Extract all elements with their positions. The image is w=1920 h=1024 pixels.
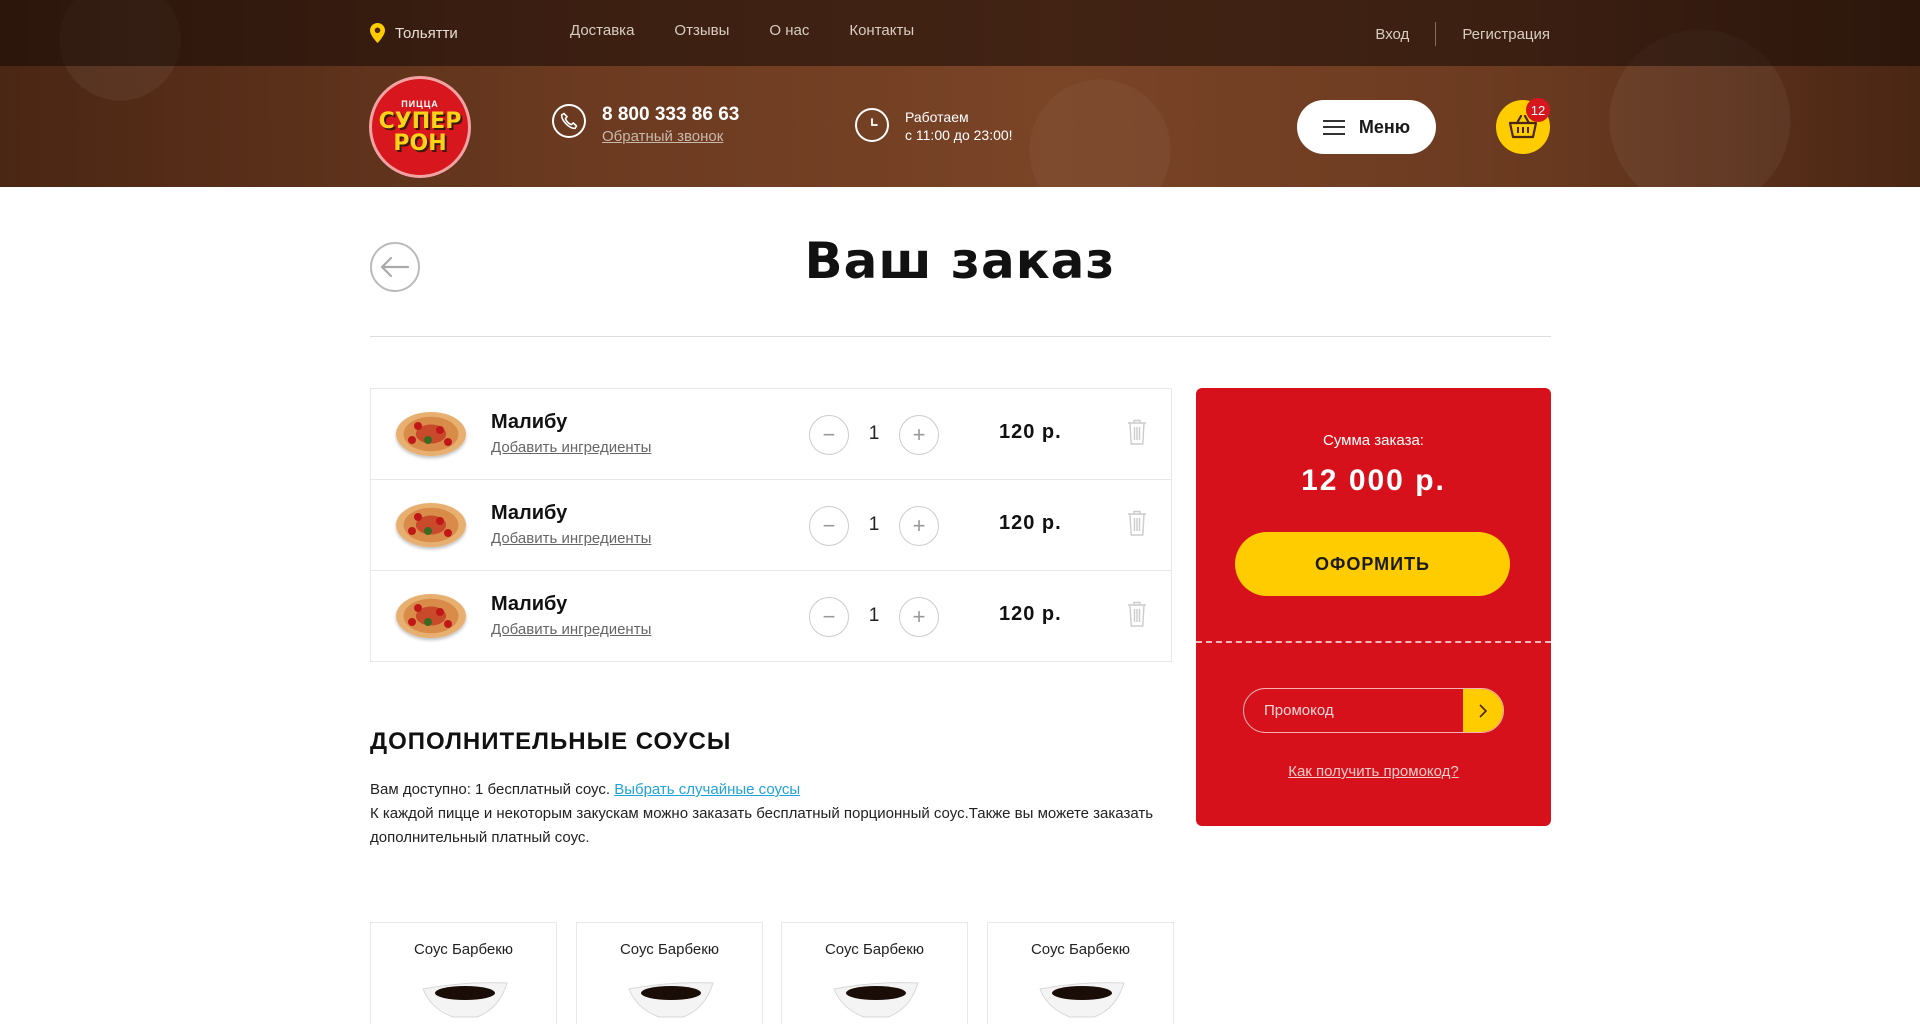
- sauce-name: Соус Барбекю: [824, 941, 925, 958]
- increase-quantity-button[interactable]: +: [899, 506, 939, 546]
- city-selector[interactable]: Тольятти: [370, 22, 458, 44]
- cart-item: Малибу Добавить ингредиенты − 1 + 120 р.: [371, 389, 1171, 480]
- increase-quantity-button[interactable]: +: [899, 415, 939, 455]
- quantity-value: 1: [868, 514, 880, 535]
- hours-line-2: с 11:00 до 23:00!: [905, 127, 1013, 143]
- sauce-name: Соус Барбекю: [413, 941, 514, 958]
- sauce-card[interactable]: Соус Барбекю: [987, 922, 1174, 1024]
- city-name: Тольятти: [395, 24, 458, 42]
- choose-random-sauces-link[interactable]: Выбрать случайные соусы: [614, 781, 800, 798]
- item-name: Малибу: [491, 502, 568, 524]
- item-price: 120 р.: [999, 421, 1062, 443]
- sauce-card[interactable]: Соус Барбекю: [781, 922, 968, 1024]
- item-price: 120 р.: [999, 603, 1062, 625]
- cart-count-badge: 12: [1526, 98, 1550, 122]
- phone-icon: [552, 104, 586, 138]
- item-name: Малибу: [491, 593, 568, 615]
- promo-code-input[interactable]: [1244, 689, 1464, 732]
- item-name: Малибу: [491, 411, 568, 433]
- main-nav: Доставка Отзывы О нас Контакты: [570, 22, 914, 39]
- cart-item: Малибу Добавить ингредиенты − 1 + 120 р.: [371, 480, 1171, 571]
- sauce-boat-image: [1039, 982, 1125, 1018]
- nav-delivery[interactable]: Доставка: [570, 22, 634, 39]
- page-title: Ваш заказ: [804, 232, 1116, 290]
- clock-icon: [855, 108, 889, 142]
- decrease-quantity-button[interactable]: −: [809, 506, 849, 546]
- sauces-available-text: Вам доступно: 1 бесплатный соус.: [370, 781, 611, 798]
- order-summary-panel: Сумма заказа: 12 000 р. ОФОРМИТЬ Как пол…: [1196, 388, 1551, 826]
- callback-link[interactable]: Обратный звонок: [602, 128, 739, 145]
- chevron-right-icon: [1479, 703, 1488, 718]
- decrease-quantity-button[interactable]: −: [809, 597, 849, 637]
- menu-button-label: Меню: [1358, 116, 1411, 137]
- sauce-name: Соус Барбекю: [1030, 941, 1131, 958]
- promo-apply-button[interactable]: [1463, 689, 1503, 732]
- sauce-boat-image: [833, 982, 919, 1018]
- trash-icon[interactable]: [1127, 510, 1147, 536]
- logo-line-2: РОН: [393, 131, 447, 156]
- add-ingredients-link[interactable]: Добавить ингредиенты: [491, 530, 651, 547]
- order-sum-label: Сумма заказа:: [1323, 432, 1424, 449]
- trash-icon[interactable]: [1127, 419, 1147, 445]
- register-link[interactable]: Регистрация: [1462, 26, 1550, 43]
- cart-item: Малибу Добавить ингредиенты − 1 + 120 р.: [371, 571, 1171, 661]
- phone-block: 8 800 333 86 63 Обратный звонок: [552, 104, 739, 145]
- increase-quantity-button[interactable]: +: [899, 597, 939, 637]
- checkout-button[interactable]: ОФОРМИТЬ: [1235, 532, 1510, 596]
- site-header: Тольятти Доставка Отзывы О нас Контакты …: [0, 0, 1920, 187]
- promo-code-field: [1243, 688, 1504, 733]
- logo-line-1: СУПЕР: [378, 109, 462, 134]
- phone-number[interactable]: 8 800 333 86 63: [602, 104, 739, 126]
- working-hours: Работаем с 11:00 до 23:00!: [855, 108, 1013, 144]
- nav-reviews[interactable]: Отзывы: [674, 22, 729, 39]
- add-ingredients-link[interactable]: Добавить ингредиенты: [491, 439, 651, 456]
- hours-line-1: Работаем: [905, 109, 969, 125]
- title-divider: [370, 336, 1551, 337]
- quantity-value: 1: [868, 605, 880, 626]
- logo-caption: ПИЦЦА: [401, 99, 439, 109]
- nav-contacts[interactable]: Контакты: [849, 22, 914, 39]
- site-logo[interactable]: ПИЦЦА СУПЕР РОН: [369, 76, 471, 178]
- dashed-divider: [1196, 641, 1551, 643]
- sauces-info-text: К каждой пицце и некоторым закускам можн…: [370, 805, 1154, 846]
- sauce-boat-image: [628, 982, 714, 1018]
- sauce-card[interactable]: Соус Барбекю: [370, 922, 557, 1024]
- pizza-image: [396, 412, 466, 456]
- item-price: 120 р.: [999, 512, 1062, 534]
- sauce-boat-image: [422, 982, 508, 1018]
- sauces-heading: ДОПОЛНИТЕЛЬНЫЕ СОУСЫ: [370, 728, 732, 755]
- pizza-image: [396, 503, 466, 547]
- menu-button[interactable]: Меню: [1297, 100, 1436, 154]
- order-total: 12 000 р.: [1301, 464, 1446, 497]
- promo-help-link[interactable]: Как получить промокод?: [1196, 763, 1551, 780]
- quantity-value: 1: [868, 423, 880, 444]
- sauce-card[interactable]: Соус Барбекю: [576, 922, 763, 1024]
- decrease-quantity-button[interactable]: −: [809, 415, 849, 455]
- page: Тольятти Доставка Отзывы О нас Контакты …: [0, 0, 1920, 1024]
- auth-links: Вход Регистрация: [1375, 22, 1550, 46]
- login-link[interactable]: Вход: [1375, 26, 1409, 43]
- sauces-description: Вам доступно: 1 бесплатный соус. Выбрать…: [370, 778, 1170, 850]
- pizza-image: [396, 594, 466, 638]
- cart-button[interactable]: 12: [1496, 98, 1550, 154]
- nav-about[interactable]: О нас: [769, 22, 809, 39]
- sauce-name: Соус Барбекю: [619, 941, 720, 958]
- trash-icon[interactable]: [1127, 601, 1147, 627]
- hamburger-icon: [1322, 119, 1345, 135]
- add-ingredients-link[interactable]: Добавить ингредиенты: [491, 621, 651, 638]
- auth-divider: [1435, 22, 1437, 46]
- top-bar: Тольятти Доставка Отзывы О нас Контакты …: [0, 0, 1920, 66]
- cart-items: Малибу Добавить ингредиенты − 1 + 120 р.…: [370, 388, 1172, 662]
- location-pin-icon: [370, 23, 385, 43]
